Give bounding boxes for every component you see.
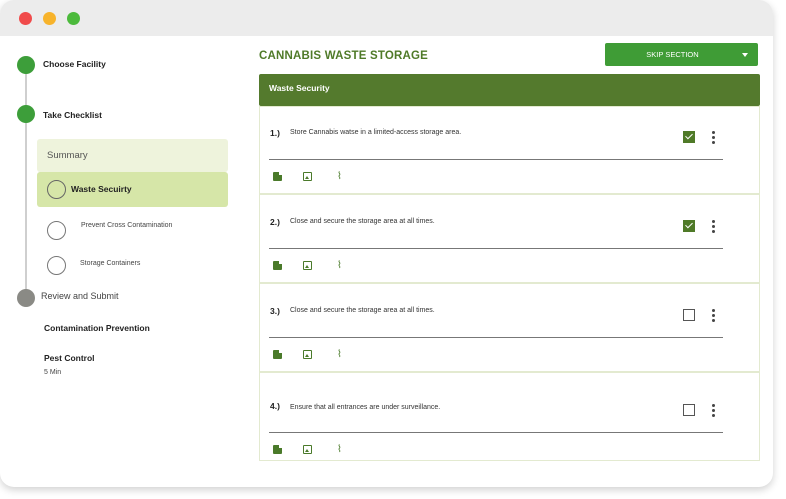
answer-line[interactable] bbox=[269, 337, 723, 338]
chevron-down-icon[interactable] bbox=[742, 53, 748, 57]
question-text: Close and secure the storage area at all… bbox=[290, 218, 435, 225]
step-3-indicator bbox=[17, 289, 35, 307]
title-bar bbox=[0, 0, 773, 36]
minimize-window-button[interactable] bbox=[43, 12, 56, 25]
question-card: 1.) Store Cannabis watse in a limited-ac… bbox=[259, 106, 760, 194]
sub-item-label: Waste Secuirty bbox=[71, 184, 132, 194]
close-window-button[interactable] bbox=[19, 12, 32, 25]
step-choose-facility[interactable]: Choose Facility bbox=[43, 59, 106, 69]
sub-item-waste-security[interactable]: Waste Secuirty bbox=[37, 172, 228, 207]
section-duration: 5 Min bbox=[44, 369, 62, 376]
question-checkbox[interactable] bbox=[683, 404, 695, 416]
step-2-indicator bbox=[17, 105, 35, 123]
more-options-icon[interactable] bbox=[712, 404, 716, 419]
image-icon[interactable] bbox=[303, 350, 312, 359]
sub-item-status-circle bbox=[47, 221, 66, 240]
question-checkbox[interactable] bbox=[683, 131, 695, 143]
step-1-indicator bbox=[17, 56, 35, 74]
skip-section-button[interactable]: SKIP SECTION bbox=[605, 43, 758, 66]
question-card: 3.) Close and secure the storage area at… bbox=[259, 283, 760, 372]
image-icon[interactable] bbox=[303, 261, 312, 270]
section-pest-control[interactable]: Pest Control bbox=[44, 353, 95, 363]
step-review-and-submit[interactable]: Review and Submit bbox=[41, 291, 119, 301]
app-window: Choose Facility Take Checklist Summary W… bbox=[0, 0, 773, 487]
maximize-window-button[interactable] bbox=[67, 12, 80, 25]
question-card: 4.) Ensure that all entrances are under … bbox=[259, 372, 760, 461]
summary-item[interactable]: Summary bbox=[37, 139, 228, 172]
note-icon[interactable] bbox=[273, 445, 282, 454]
more-options-icon[interactable] bbox=[712, 309, 716, 324]
question-card: 2.) Close and secure the storage area at… bbox=[259, 194, 760, 283]
question-checkbox[interactable] bbox=[683, 220, 695, 232]
question-checkbox[interactable] bbox=[683, 309, 695, 321]
attachment-icon[interactable]: ⌇ bbox=[335, 445, 344, 455]
attachment-icon[interactable]: ⌇ bbox=[335, 172, 344, 182]
question-text: Store Cannabis watse in a limited-access… bbox=[290, 129, 462, 136]
question-number: 4.) bbox=[270, 401, 280, 411]
sub-item-prevent-cross-contamination[interactable]: Prevent Cross Contamination bbox=[81, 220, 181, 231]
question-text: Ensure that all entrances are under surv… bbox=[290, 404, 441, 411]
stepper-line bbox=[25, 64, 27, 298]
answer-line[interactable] bbox=[269, 432, 723, 433]
note-icon[interactable] bbox=[273, 350, 282, 359]
more-options-icon[interactable] bbox=[712, 220, 716, 235]
question-number: 3.) bbox=[270, 306, 280, 316]
section-contamination-prevention[interactable]: Contamination Prevention bbox=[44, 323, 150, 333]
step-take-checklist[interactable]: Take Checklist bbox=[43, 110, 102, 120]
page-title: CANNABIS WASTE STORAGE bbox=[259, 50, 429, 62]
question-number: 2.) bbox=[270, 217, 280, 227]
answer-line[interactable] bbox=[269, 159, 723, 160]
sub-item-status-circle bbox=[47, 256, 66, 275]
more-options-icon[interactable] bbox=[712, 131, 716, 146]
sub-item-storage-containers[interactable]: Storage Containers bbox=[80, 258, 140, 269]
question-number: 1.) bbox=[270, 128, 280, 138]
section-header: Waste Security bbox=[259, 74, 760, 106]
image-icon[interactable] bbox=[303, 445, 312, 454]
skip-section-label: SKIP SECTION bbox=[646, 50, 699, 59]
sub-item-status-circle bbox=[47, 180, 66, 199]
attachment-icon[interactable]: ⌇ bbox=[335, 350, 344, 360]
note-icon[interactable] bbox=[273, 172, 282, 181]
note-icon[interactable] bbox=[273, 261, 282, 270]
answer-line[interactable] bbox=[269, 248, 723, 249]
attachment-icon[interactable]: ⌇ bbox=[335, 261, 344, 271]
question-text: Close and secure the storage area at all… bbox=[290, 307, 435, 314]
image-icon[interactable] bbox=[303, 172, 312, 181]
